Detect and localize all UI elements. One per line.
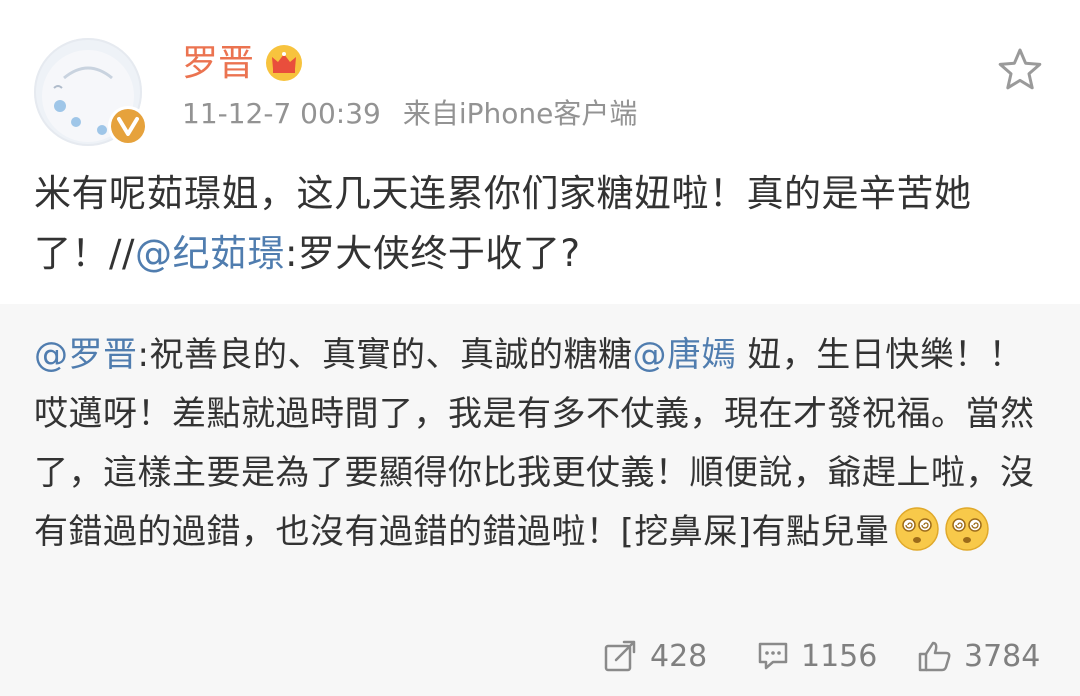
post-source[interactable]: 来自iPhone客户端 xyxy=(403,97,638,130)
repost-count: 428 xyxy=(650,638,708,674)
dizzy-face-emoji xyxy=(894,507,939,551)
star-icon[interactable] xyxy=(996,46,1044,92)
post-timestamp: 11-12-7 00:39 xyxy=(182,97,381,130)
like-count: 3784 xyxy=(964,638,1041,674)
repost-author-link[interactable]: @罗晋 xyxy=(34,335,138,375)
crown-icon[interactable] xyxy=(264,44,304,82)
like-count-button[interactable]: 3784 xyxy=(918,634,1040,678)
repost-text: @罗晋:祝善良的、真實的、真誠的糖糖@唐嫣 妞，生日快樂！！哎邁呀！差點就過時間… xyxy=(34,326,1054,562)
dizzy-face-emoji xyxy=(944,507,989,551)
repost-text-part1: :祝善良的、真實的、真誠的糖糖 xyxy=(137,335,633,375)
post-text-part2: :罗大侠终于收了? xyxy=(284,232,581,275)
comment-count: 1156 xyxy=(801,638,878,674)
comment-icon xyxy=(758,642,788,670)
verified-badge xyxy=(108,106,148,146)
username[interactable]: 罗晋 xyxy=(182,42,254,86)
verified-v-icon xyxy=(111,109,145,143)
post-meta: 11-12-7 00:39 来自iPhone客户端 xyxy=(182,96,637,132)
mention-link[interactable]: @纪茹璟 xyxy=(135,232,285,275)
repost-icon xyxy=(604,640,636,672)
thumbs-up-icon xyxy=(918,641,951,672)
repost-count-button[interactable]: 428 xyxy=(604,634,707,678)
repost-mention-link[interactable]: @唐嫣 xyxy=(632,335,736,375)
post-text: 米有呢茹璟姐，这几天连累你们家糖妞啦！真的是辛苦她了！//@纪茹璟:罗大侠终于收… xyxy=(34,164,1054,284)
comment-count-button[interactable]: 1156 xyxy=(757,634,877,678)
